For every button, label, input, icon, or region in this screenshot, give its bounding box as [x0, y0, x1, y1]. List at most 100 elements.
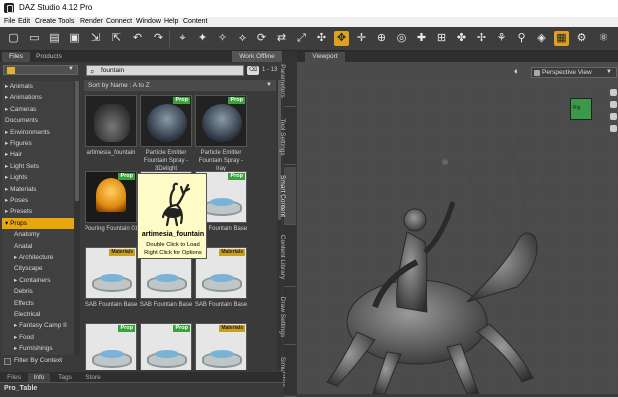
content-dropdown[interactable]: ▼ — [3, 65, 78, 75]
category-item[interactable]: ▸ Presets — [2, 206, 74, 217]
geometry-editor-icon[interactable]: ⟡ — [235, 31, 250, 46]
menu-file[interactable]: File — [4, 17, 15, 27]
menu-edit[interactable]: Edit — [18, 17, 30, 27]
item-thumbnail[interactable]: Prop — [195, 95, 247, 147]
category-item[interactable]: ▸ Hair — [2, 149, 74, 160]
camera-icon[interactable]: ◎ — [394, 31, 409, 46]
category-item[interactable]: ▸ Fantasy Camp II — [2, 320, 74, 331]
category-item[interactable]: Debris — [2, 286, 74, 297]
translate-icon[interactable]: ⇄ — [274, 31, 289, 46]
move-icon[interactable]: ✢ — [474, 31, 489, 46]
bottom-tab-files[interactable]: Files — [2, 373, 26, 382]
menu-content[interactable]: Content — [183, 17, 208, 27]
category-item[interactable]: ▸ Furnishings — [2, 343, 74, 354]
export-icon[interactable]: ⇱ — [109, 31, 124, 46]
category-item[interactable]: ▸ Poses — [2, 195, 74, 206]
category-item[interactable]: ▸ Architecture — [2, 252, 74, 263]
tab-products[interactable]: Products — [32, 52, 66, 62]
orbit-icon[interactable] — [610, 89, 617, 96]
category-item[interactable]: Effects — [2, 298, 74, 309]
side-tab[interactable]: Tool Settings — [279, 109, 296, 165]
joint-editor-icon[interactable]: ✧ — [215, 31, 230, 46]
category-scrollbar[interactable] — [74, 81, 80, 355]
open-icon[interactable]: ▭ — [27, 31, 42, 46]
item-thumbnail[interactable]: Prop — [85, 171, 137, 223]
node-select-icon[interactable]: ✦ — [195, 31, 210, 46]
pose-icon[interactable]: ✤ — [454, 31, 469, 46]
category-item[interactable]: Anatomy — [2, 229, 74, 240]
region-nav-icon[interactable]: ✛ — [354, 31, 369, 46]
bottom-tab-info[interactable]: Info — [28, 373, 50, 382]
scrollbar-thumb[interactable] — [75, 81, 79, 201]
menu-help[interactable]: Help — [164, 17, 178, 27]
save-icon[interactable]: ▣ — [67, 31, 82, 46]
side-tab[interactable]: Draw Settings — [279, 289, 296, 345]
frame-icon[interactable] — [610, 125, 617, 132]
rotate-icon[interactable]: ⟳ — [254, 31, 269, 46]
category-item[interactable]: ▸ Figures — [2, 138, 74, 149]
sort-dropdown[interactable]: Sort by Name : A to Z ▼ — [84, 80, 276, 91]
render-area[interactable] — [297, 82, 618, 394]
bone-icon[interactable]: ⚘ — [494, 31, 509, 46]
item-thumbnail[interactable]: Prop — [140, 95, 192, 147]
side-tab[interactable]: Parameters — [279, 55, 296, 107]
category-item[interactable]: ▸ Cameras — [2, 104, 74, 115]
category-item[interactable]: ▸ Environments — [2, 127, 74, 138]
tab-viewport[interactable]: Viewport — [305, 52, 345, 62]
menu-render[interactable]: Render — [80, 17, 103, 27]
menu-tools[interactable]: Tools — [58, 17, 74, 27]
item-thumbnail[interactable] — [85, 95, 137, 147]
figure-icon[interactable]: ⚲ — [514, 31, 529, 46]
filter-checkbox[interactable] — [4, 358, 11, 365]
bottom-tab-store[interactable]: Store — [80, 373, 106, 382]
active-pose-icon[interactable]: ✥ — [334, 31, 349, 46]
side-tab[interactable]: Simulation — [279, 347, 296, 397]
clear-search-button[interactable]: ⌫ — [247, 66, 259, 75]
tab-files[interactable]: Files — [2, 52, 30, 62]
select-icon[interactable]: ⌖ — [175, 31, 190, 46]
spot-render-icon[interactable]: ⊕ — [374, 31, 389, 46]
category-item[interactable]: ▸ Food — [2, 332, 74, 343]
zoom-icon[interactable] — [610, 113, 617, 120]
category-item[interactable]: Cityscape — [2, 263, 74, 274]
category-item[interactable]: ▸ Materials — [2, 184, 74, 195]
surface-icon[interactable]: ▦ — [554, 31, 569, 46]
category-item[interactable]: Documents — [2, 115, 74, 126]
work-offline-button[interactable]: Work Offline — [232, 51, 282, 62]
light-icon[interactable]: ✚ — [414, 31, 429, 46]
pan-icon[interactable] — [610, 101, 617, 108]
viewport-options-icon[interactable]: ◐ — [509, 64, 524, 79]
category-item[interactable]: ▸ Lights — [2, 172, 74, 183]
item-thumbnail[interactable]: Materials — [195, 323, 247, 370]
view-cube[interactable]: Rig — [570, 98, 592, 120]
universal-tool-icon[interactable]: ✣ — [314, 31, 329, 46]
menu-create[interactable]: Create — [35, 17, 56, 27]
new-scene-icon[interactable]: ▢ — [6, 31, 21, 46]
category-item[interactable]: Electrical — [2, 309, 74, 320]
item-thumbnail[interactable]: Prop — [140, 323, 192, 370]
redo-icon[interactable]: ↷ — [151, 31, 166, 46]
scale-icon[interactable]: ⤢ — [294, 31, 309, 46]
item-thumbnail[interactable]: Materials — [85, 247, 137, 299]
menu-connect[interactable]: Connect — [106, 17, 132, 27]
render-icon[interactable]: ⚙ — [574, 31, 589, 46]
category-item[interactable]: ▾ Props — [2, 217, 74, 229]
camera-select[interactable]: Perspective View ▼ — [531, 67, 617, 78]
undo-icon[interactable]: ↶ — [130, 31, 145, 46]
open-file-icon[interactable]: ▤ — [47, 31, 62, 46]
category-item[interactable]: ▸ Animals — [2, 81, 74, 92]
category-item[interactable]: ▸ Light Sets — [2, 161, 74, 172]
category-item[interactable]: Anatal — [2, 241, 74, 252]
category-item[interactable]: ▸ Animations — [2, 92, 74, 103]
menu-window[interactable]: Window — [136, 17, 161, 27]
render-settings-icon[interactable]: ⚛ — [596, 31, 611, 46]
category-item[interactable]: ▸ Containers — [2, 275, 74, 286]
primitive-icon[interactable]: ◈ — [534, 31, 549, 46]
item-thumbnail[interactable]: Prop — [85, 323, 137, 370]
search-field[interactable]: ⌕ fountain — [86, 65, 244, 76]
transform-icon[interactable]: ⊞ — [434, 31, 449, 46]
side-tab[interactable]: Content Library — [279, 227, 296, 287]
merge-icon[interactable]: ⇲ — [88, 31, 103, 46]
search-input[interactable]: fountain — [101, 67, 124, 74]
bottom-tab-tags[interactable]: Tags — [52, 373, 78, 382]
